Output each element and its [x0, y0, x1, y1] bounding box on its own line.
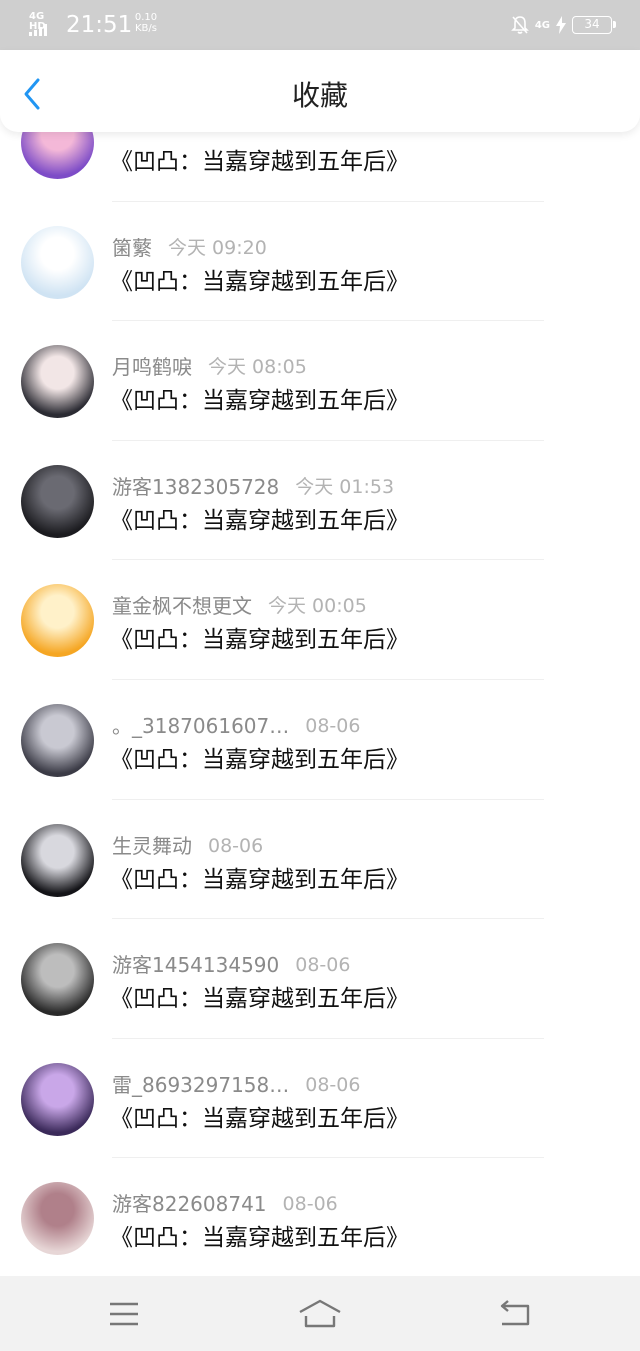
list-item[interactable]: 游客1454134590 08-06 《凹凸：当嘉穿越到五年后》	[0, 919, 640, 1039]
item-meta: 游客1382305728 今天 01:53	[112, 474, 394, 500]
avatar[interactable]	[21, 225, 94, 299]
post-time: 08-06	[305, 714, 361, 737]
user-name[interactable]: 童金枫不想更文	[112, 593, 252, 619]
item-meta: 童金枫不想更文 今天 00:05	[112, 593, 367, 619]
home-button[interactable]	[296, 1298, 344, 1330]
avatar[interactable]	[21, 464, 94, 538]
app-header: 收藏	[0, 50, 640, 132]
list-item[interactable]: 生灵舞动 08-06 《凹凸：当嘉穿越到五年后》	[0, 800, 640, 920]
battery-indicator: 34	[572, 16, 616, 34]
network-speed-unit: KB/s	[135, 23, 157, 34]
item-meta: 生灵舞动 08-06	[112, 833, 263, 859]
avatar[interactable]	[21, 703, 94, 777]
mobile-data-label: 4G	[534, 19, 550, 31]
post-time: 今天 08:05	[208, 356, 307, 379]
user-name[interactable]: 雷_8693297158…	[112, 1072, 289, 1098]
user-name[interactable]: 生灵舞动	[112, 833, 192, 859]
list-item[interactable]: 雷_8693297158… 08-06 《凹凸：当嘉穿越到五年后》	[0, 1039, 640, 1159]
avatar[interactable]	[21, 345, 94, 419]
avatar[interactable]	[21, 943, 94, 1017]
home-icon	[299, 1299, 341, 1328]
user-name[interactable]: 游客822608741	[112, 1191, 267, 1217]
item-meta: 月鸣鹤唳 今天 08:05	[112, 354, 307, 380]
menu-button[interactable]	[104, 1298, 144, 1330]
list-item[interactable]: 游客822608741 08-06 《凹凸：当嘉穿越到五年后》	[0, 1158, 640, 1278]
item-meta: 雷_8693297158… 08-06	[112, 1072, 360, 1098]
status-icons: 4G 34	[510, 13, 616, 37]
return-icon	[500, 1300, 530, 1326]
post-title[interactable]: 《凹凸：当嘉穿越到五年后》	[110, 624, 409, 656]
avatar[interactable]	[21, 1182, 94, 1256]
post-title[interactable]: 《凹凸：当嘉穿越到五年后》	[110, 385, 409, 417]
post-title[interactable]: 《凹凸：当嘉穿越到五年后》	[110, 983, 409, 1015]
menu-icon	[110, 1302, 138, 1326]
post-time: 今天 09:20	[168, 236, 267, 259]
favorites-list: 《凹凸：当嘉穿越到五年后》 箘蘩 今天 09:20 《凹凸：当嘉穿越到五年后》 …	[0, 82, 640, 1278]
post-title[interactable]: 《凹凸：当嘉穿越到五年后》	[110, 744, 409, 776]
post-time: 08-06	[305, 1073, 361, 1096]
cellular-signal-icon: 4G HD	[29, 12, 59, 36]
network-speed-value: 0.10	[134, 12, 158, 23]
post-time: 今天 01:53	[295, 475, 395, 498]
post-time: 08-06	[208, 834, 264, 857]
post-title[interactable]: 《凹凸：当嘉穿越到五年后》	[110, 864, 409, 896]
network-speed: 0.10 KB/s	[131, 12, 161, 34]
avatar[interactable]	[21, 584, 94, 658]
system-navigation-bar	[0, 1276, 640, 1351]
list-item[interactable]: 。_3187061607… 08-06 《凹凸：当嘉穿越到五年后》	[0, 680, 640, 800]
notifications-off-icon	[510, 16, 529, 34]
page-title: 收藏	[291, 79, 348, 112]
list-item[interactable]: 箘蘩 今天 09:20 《凹凸：当嘉穿越到五年后》	[0, 202, 640, 322]
post-title[interactable]: 《凹凸：当嘉穿越到五年后》	[110, 146, 409, 178]
user-name[interactable]: 箘蘩	[112, 235, 152, 261]
user-name[interactable]: 游客1454134590	[112, 952, 279, 978]
user-name[interactable]: 月鸣鹤唳	[112, 354, 192, 380]
phone-screen: 4G HD 21:51 0.10 KB/s 4G 34 《凹凸：当嘉穿越到五年后…	[0, 0, 640, 1351]
item-meta: 。_3187061607… 08-06	[112, 713, 360, 739]
avatar[interactable]	[21, 823, 94, 897]
item-meta: 箘蘩 今天 09:20	[112, 235, 267, 261]
return-button[interactable]	[496, 1298, 536, 1330]
list-item[interactable]: 童金枫不想更文 今天 00:05 《凹凸：当嘉穿越到五年后》	[0, 560, 640, 680]
post-time: 今天 00:05	[268, 595, 367, 618]
post-title[interactable]: 《凹凸：当嘉穿越到五年后》	[110, 505, 409, 537]
post-title[interactable]: 《凹凸：当嘉穿越到五年后》	[110, 1103, 409, 1135]
avatar[interactable]	[21, 1062, 94, 1136]
item-meta: 游客822608741 08-06	[112, 1191, 338, 1217]
item-meta: 游客1454134590 08-06	[112, 952, 350, 978]
status-bar: 4G HD 21:51 0.10 KB/s 4G 34	[0, 0, 640, 50]
post-title[interactable]: 《凹凸：当嘉穿越到五年后》	[110, 1222, 409, 1254]
user-name[interactable]: 。_3187061607…	[112, 713, 289, 739]
post-time: 08-06	[282, 1193, 338, 1216]
post-time: 08-06	[295, 954, 351, 977]
list-item[interactable]: 月鸣鹤唳 今天 08:05 《凹凸：当嘉穿越到五年后》	[0, 321, 640, 441]
list-item[interactable]: 游客1382305728 今天 01:53 《凹凸：当嘉穿越到五年后》	[0, 441, 640, 561]
user-name[interactable]: 游客1382305728	[112, 474, 279, 500]
clock: 21:51	[66, 12, 133, 38]
post-title[interactable]: 《凹凸：当嘉穿越到五年后》	[110, 266, 409, 298]
charging-icon	[556, 16, 566, 34]
